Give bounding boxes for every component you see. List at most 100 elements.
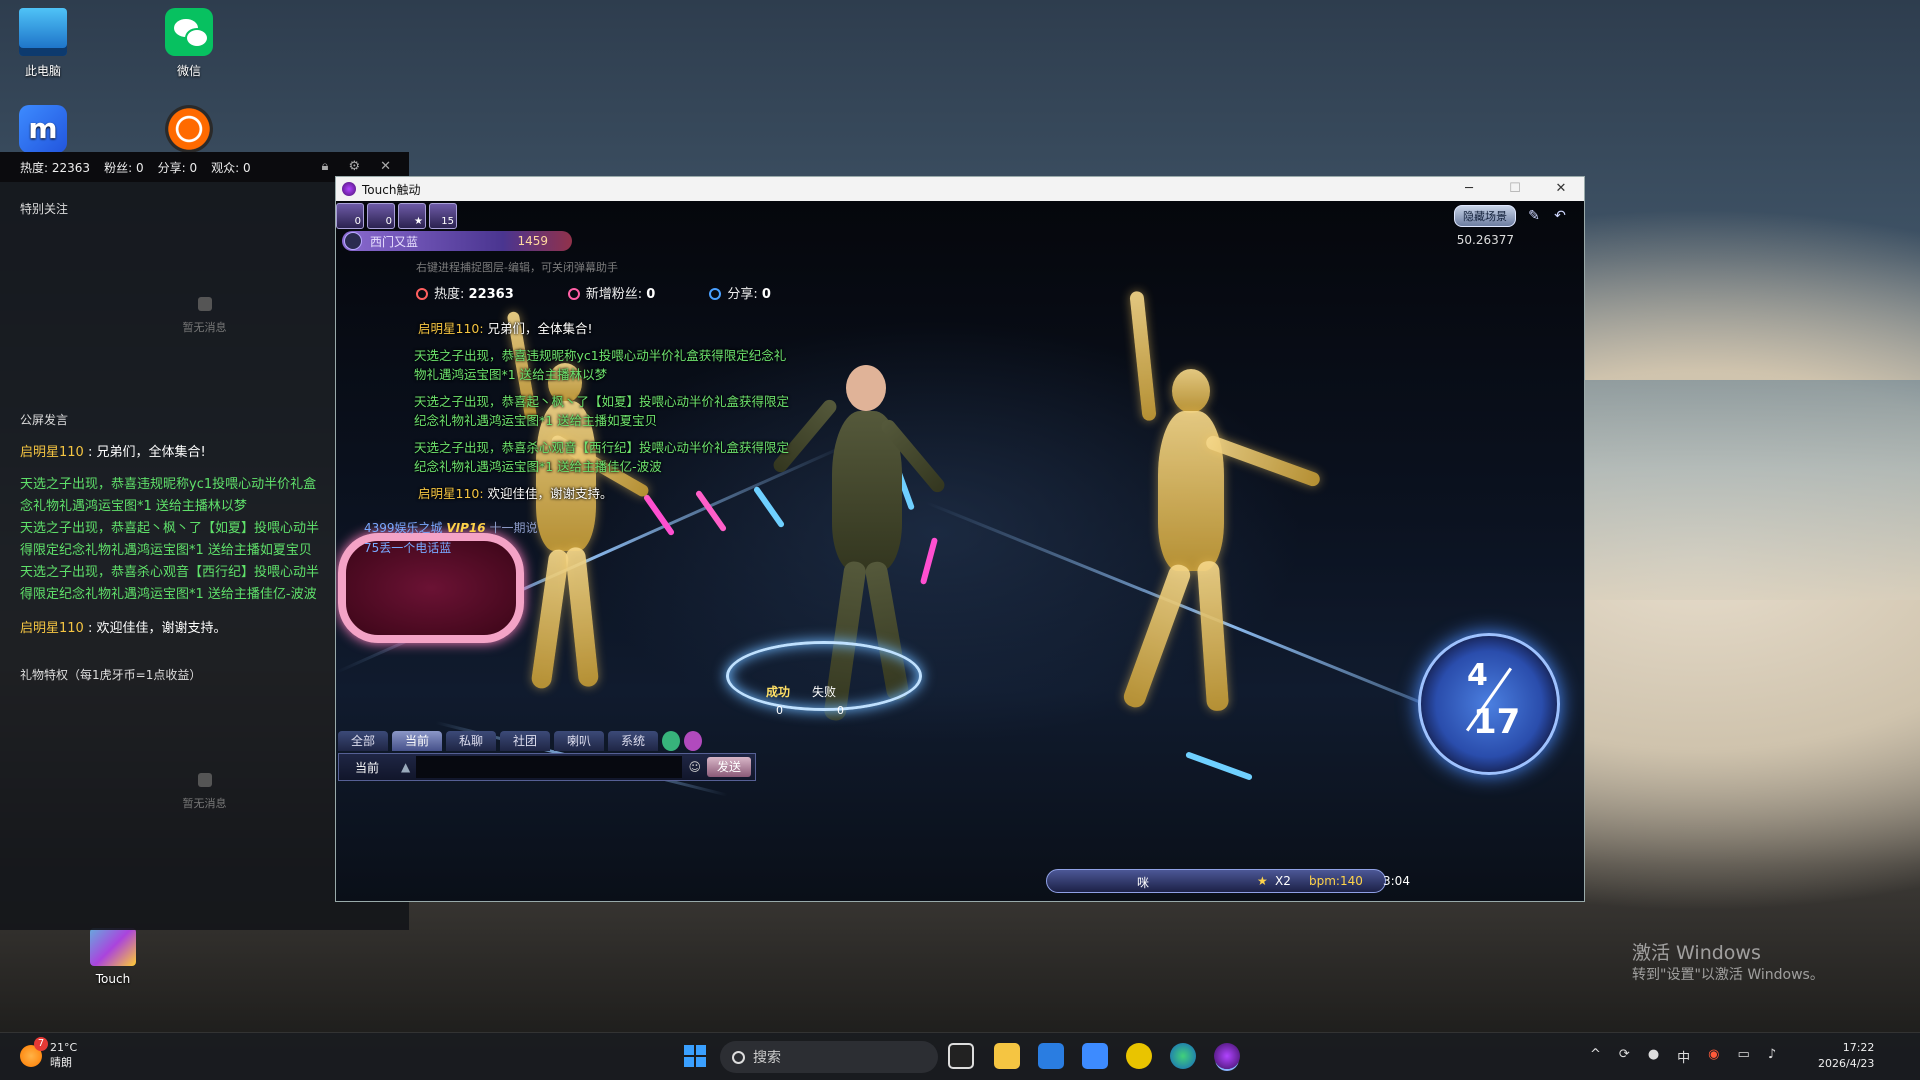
tab-private[interactable]: 私聊 [446, 731, 496, 751]
chat-message: 启明星110 : 欢迎佳佳，谢谢支持。 [20, 621, 227, 636]
wrench-icon[interactable]: ✎ [1526, 208, 1542, 224]
volume-icon[interactable]: ♪ [1768, 1047, 1776, 1066]
microphone-icon[interactable]: ● [1648, 1047, 1659, 1066]
weather-widget[interactable]: 7 21°C 晴朗 [20, 1037, 77, 1070]
chat-input-bar: 当前 ▲ ☺ 发送 [338, 753, 756, 781]
song-time: 3:04 [1383, 874, 1410, 888]
multiplier: X2 [1275, 874, 1291, 888]
ime-icon[interactable]: 中 [1677, 1047, 1690, 1066]
chat-channel-select[interactable]: 当前 [339, 759, 401, 776]
start-button[interactable] [684, 1045, 706, 1067]
judge-ring [726, 641, 922, 711]
overlay-message: 启明星110: 兄弟们，全体集合! [418, 321, 593, 336]
network-icon[interactable]: ▭ [1738, 1047, 1750, 1066]
fan-line-2: 75丢一个电话蓝 [364, 541, 452, 555]
sync-icon[interactable]: ⟳ [1619, 1047, 1630, 1066]
chat-tabs: 全部 当前 私聊 社团 喇叭 系统 [338, 731, 702, 751]
tab-all[interactable]: 全部 [338, 731, 388, 751]
chevron-up-icon[interactable]: ^ [1590, 1047, 1601, 1066]
clock-date: 2026/4/23 [1818, 1057, 1875, 1070]
clock-time: 17:22 [1842, 1041, 1875, 1054]
desktop-icon-m-app[interactable]: m [0, 105, 86, 159]
hud-slot[interactable]: 0 [367, 203, 395, 229]
touch-taskbar-icon[interactable] [1214, 1043, 1240, 1069]
hide-scene-button[interactable]: 隐藏场景 [1454, 205, 1516, 227]
tab-horn[interactable]: 喇叭 [554, 731, 604, 751]
hud-slot[interactable]: 15 [429, 203, 457, 229]
activation-watermark-title: 激活 Windows [1632, 942, 1761, 964]
purple-round-icon[interactable] [684, 731, 702, 751]
taskbar: 7 21°C 晴朗 搜索 ^ ⟳ ● 中 ◉ ▭ ♪ 17:22 2026/4/… [0, 1032, 1920, 1080]
taskbar-search[interactable]: 搜索 [720, 1041, 938, 1073]
hud-slots: 0 0 ★ 15 [336, 203, 457, 229]
send-button[interactable]: 发送 [707, 757, 751, 777]
chat-message: 天选之子出现，恭喜杀心观音【西行纪】投喂心动半 [20, 565, 320, 580]
file-explorer-icon[interactable] [994, 1043, 1020, 1069]
touch-game-icon [90, 928, 136, 966]
chat-text-input[interactable] [416, 756, 683, 778]
settings-icon[interactable]: ⚙ [348, 159, 360, 174]
overlay-message: 启明星110: 欢迎佳佳，谢谢支持。 [418, 486, 613, 501]
desktop-icon-recorder[interactable] [146, 105, 232, 159]
desktop-icon-touch[interactable]: Touch [70, 928, 156, 986]
wechat-icon [165, 8, 213, 56]
fail-count: 0 [837, 704, 844, 717]
judge-labels: 成功 失败 [766, 683, 836, 700]
tab-system[interactable]: 系统 [608, 731, 658, 751]
empty-icon [197, 773, 212, 787]
hud-slot-star-icon[interactable]: ★ [398, 203, 426, 229]
edge-icon[interactable] [1170, 1043, 1196, 1069]
weather-desc: 晴朗 [50, 1056, 72, 1069]
caret-up-icon[interactable]: ▲ [401, 760, 410, 774]
bpm: bpm:140 [1309, 874, 1363, 888]
back-icon[interactable]: ↶ [1552, 208, 1568, 224]
desktop-icon-label: Touch [95, 972, 131, 986]
minimize-button[interactable]: ─ [1446, 177, 1492, 201]
green-round-icon[interactable] [662, 731, 680, 751]
overlay-heat: 热度: 22363 [416, 283, 514, 302]
touch-logo-icon [342, 182, 356, 196]
maximize-button[interactable]: ☐ [1492, 177, 1538, 201]
heat-stat: 热度: 22363 [20, 160, 91, 175]
chat-message: 得限定纪念礼物礼遇鸿运宝图*1 送给主播佳亿-波波 [20, 587, 317, 602]
close-icon[interactable]: ✕ [380, 159, 391, 174]
chat-message: 启明星110 : 兄弟们，全体集合! [20, 445, 206, 460]
hud-slot[interactable]: 0 [336, 203, 364, 229]
fan-line: 4399娱乐之城 VIP16 十一期说 [364, 521, 538, 535]
antivirus-icon[interactable]: ◉ [1708, 1047, 1719, 1066]
close-button[interactable]: ✕ [1538, 177, 1584, 201]
system-clock[interactable]: 17:22 2026/4/23 [1818, 1040, 1874, 1072]
tab-club[interactable]: 社团 [500, 731, 550, 751]
m-app-icon: m [19, 105, 67, 153]
tab-current[interactable]: 当前 [392, 731, 442, 751]
system-tray: ^ ⟳ ● 中 ◉ ▭ ♪ [1590, 1047, 1776, 1066]
activation-watermark-subtitle: 转到"设置"以激活 Windows。 [1632, 967, 1824, 983]
window-title: Touch触动 [362, 182, 421, 197]
public-chat-list: 启明星110 : 兄弟们，全体集合! 天选之子出现，恭喜违规昵称yc1投喂心动半… [0, 428, 336, 650]
flame-icon [416, 288, 428, 300]
window-titlebar[interactable]: Touch触动 ─ ☐ ✕ [336, 177, 1584, 201]
overlay-fans: 新增粉丝: 0 [567, 283, 655, 302]
desktop-icon-this-pc[interactable]: 此电脑 [0, 8, 86, 79]
game-stage: 0 0 ★ 15 西门又蓝 1459 右键进程捕捉图层-编辑，可关闭弹幕助手 热… [336, 201, 1584, 901]
overlay-hint: 右键进程捕捉图层-编辑，可关闭弹幕助手 [416, 261, 618, 274]
task-view-icon[interactable] [948, 1043, 974, 1069]
viewers-stat: 观众: 0 [211, 160, 251, 175]
overlay-stats: 热度: 22363 新增粉丝: 0 分享: 0 [416, 283, 771, 302]
counter-total: 17 [1473, 702, 1521, 742]
combo-counter: 4 17 [1418, 633, 1560, 775]
chat-message: 得限定纪念礼物礼遇鸿运宝图*1 送给主播如夏宝贝 [20, 543, 312, 558]
game-window: Touch触动 ─ ☐ ✕ 0 0 ★ 15 西门又蓝 1459 右键进程捕捉图… [335, 176, 1585, 902]
pc-icon [19, 8, 67, 56]
chat-message: 天选之子出现，恭喜违规昵称yc1投喂心动半价礼盒 [20, 477, 317, 492]
media-player-icon[interactable] [1126, 1043, 1152, 1069]
desktop-icon-wechat[interactable]: 微信 [146, 8, 232, 79]
m-app-taskbar-icon[interactable] [1082, 1043, 1108, 1069]
judge-counts: 0 0 [776, 704, 844, 717]
player-score: 1459 [517, 234, 548, 248]
lock-icon[interactable]: 🔒︎ [322, 159, 329, 174]
emoji-icon[interactable]: ☺ [688, 760, 701, 774]
store-icon[interactable] [1038, 1043, 1064, 1069]
light-streak [919, 537, 939, 585]
heart-icon [567, 288, 580, 300]
